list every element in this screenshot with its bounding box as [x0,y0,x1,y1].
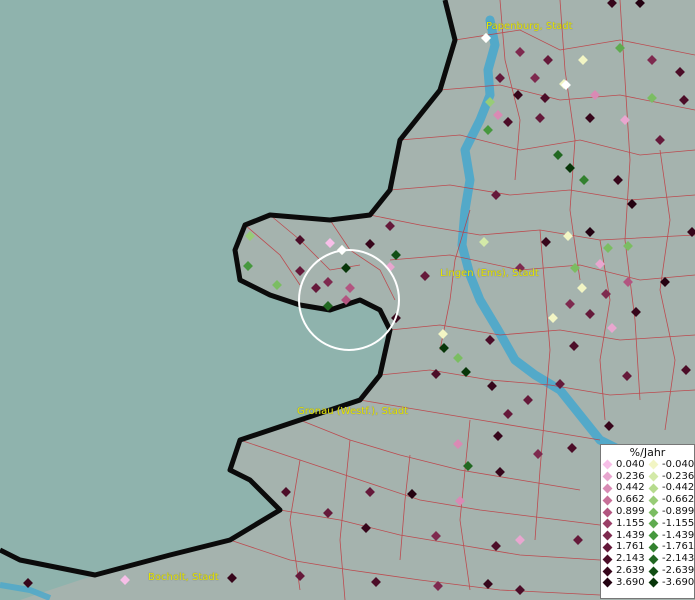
legend-entry-negative: -0.236 [647,470,695,482]
legend-entry-positive: 3.690 [601,576,647,588]
legend-value: -0.236 [662,470,695,482]
legend-title: %/Jahr [629,446,666,459]
legend-swatch [648,518,659,529]
legend-value: 0.662 [616,494,645,506]
legend-swatch [602,507,613,518]
legend-row: 1.761 -1.761 [601,542,694,554]
city-label-lingen: Lingen (Ems), Stadt [440,268,539,279]
legend-swatch [602,542,613,553]
city-label-gronau: Gronau (Westf.), Stadt [297,406,409,417]
legend-value: 0.899 [616,506,645,518]
legend-entry-positive: 1.761 [601,541,647,553]
legend-swatch [602,566,613,577]
legend-value: -1.155 [662,517,695,529]
city-label-bocholt: Bocholt, Stadt [148,572,219,583]
legend-row: 3.690 -3.690 [601,577,694,589]
legend-entry-positive: 0.899 [601,506,647,518]
legend-row: 2.143 -2.143 [601,553,694,565]
legend-row: 2.639 -2.639 [601,565,694,577]
map-canvas[interactable] [0,0,695,600]
legend-swatch [602,530,613,541]
legend-value: -0.662 [662,494,695,506]
legend-entry-positive: 0.236 [601,470,647,482]
legend-value: -2.143 [662,553,695,565]
legend-swatch [648,577,659,588]
legend-value: -2.639 [662,565,695,577]
legend-row: 1.439 -1.439 [601,530,694,542]
legend-value: -0.040 [662,458,695,470]
legend-swatch [648,471,659,482]
legend-row: 0.040 -0.040 [601,459,694,471]
legend-value: 2.639 [616,565,645,577]
legend-value: -0.899 [662,506,695,518]
legend-value: 0.442 [616,482,645,494]
legend-value: 1.439 [616,529,645,541]
legend-swatch [602,554,613,565]
legend-entry-positive: 0.040 [601,458,647,470]
legend-value: 0.040 [616,458,645,470]
legend-value: -1.439 [662,529,695,541]
legend-value: 2.143 [616,553,645,565]
legend-value: -0.442 [662,482,695,494]
legend-value: -3.690 [662,576,695,588]
legend-entry-negative: -1.761 [647,541,695,553]
legend-swatch [602,459,613,470]
legend-row: 0.236 -0.236 [601,471,694,483]
legend-value: 1.761 [616,541,645,553]
legend-swatch [648,495,659,506]
city-label-papenburg: Papenburg, Stadt [486,21,573,32]
legend-entry-negative: -0.442 [647,482,695,494]
legend-row: 1.155 -1.155 [601,518,694,530]
legend-entry-negative: -1.155 [647,517,695,529]
legend-entry-positive: 1.155 [601,517,647,529]
legend-entry-negative: -1.439 [647,529,695,541]
legend-swatch [648,507,659,518]
legend-entry-positive: 1.439 [601,529,647,541]
legend-row: 0.899 -0.899 [601,506,694,518]
legend-entry-negative: -0.662 [647,494,695,506]
legend-value: 3.690 [616,576,645,588]
legend-swatch [602,495,613,506]
legend-swatch [602,577,613,588]
legend-entry-negative: -2.639 [647,565,695,577]
legend-swatch [602,518,613,529]
legend-swatch [648,459,659,470]
legend-entry-positive: 2.639 [601,565,647,577]
legend-swatch [648,530,659,541]
legend-rows: 0.040 -0.040 0.236 -0.236 0.442 -0.442 0.662 -0… [601,459,694,589]
legend-entry-negative: -2.143 [647,553,695,565]
legend-value: -1.761 [662,541,695,553]
legend-swatch [648,554,659,565]
legend-value: 0.236 [616,470,645,482]
legend-entry-negative: -0.040 [647,458,695,470]
legend-row: 0.662 -0.662 [601,494,694,506]
map-legend: %/Jahr 0.040 -0.040 0.236 -0.236 0.442 -0.442… [600,444,695,599]
legend-value: 1.155 [616,517,645,529]
legend-entry-positive: 0.442 [601,482,647,494]
legend-entry-positive: 2.143 [601,553,647,565]
legend-entry-negative: -3.690 [647,576,695,588]
legend-row: 0.442 -0.442 [601,483,694,495]
legend-swatch [648,542,659,553]
map-view[interactable]: Papenburg, Stadt Lingen (Ems), Stadt Gro… [0,0,695,600]
legend-swatch [602,483,613,494]
legend-swatch [648,483,659,494]
legend-entry-positive: 0.662 [601,494,647,506]
legend-swatch [602,471,613,482]
legend-entry-negative: -0.899 [647,506,695,518]
legend-swatch [648,566,659,577]
